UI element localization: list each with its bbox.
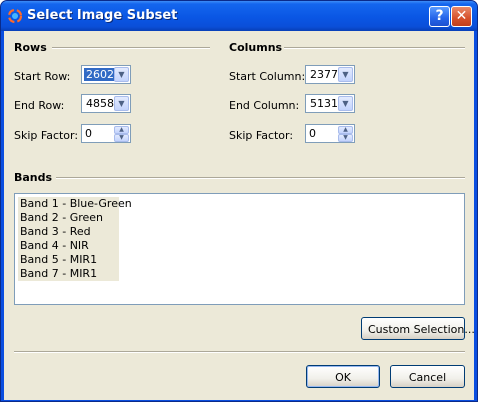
chevron-down-icon[interactable]: ▼ (114, 67, 129, 82)
list-item[interactable]: Band 1 - Blue-Green (18, 197, 132, 211)
arrow-up-icon[interactable]: ▲ (338, 126, 353, 134)
close-button[interactable]: ✕ (451, 6, 472, 27)
start-column-label: Start Column: (229, 70, 306, 83)
columns-skip-factor-spinner[interactable]: 0 ▲ ▼ (305, 124, 355, 143)
end-column-label: End Column: (229, 99, 300, 112)
custom-selection-button[interactable]: Custom Selection... (361, 317, 475, 340)
select-image-subset-dialog: Select Image Subset ? ✕ Rows Start Row: … (0, 0, 478, 402)
arrow-down-icon[interactable]: ▼ (338, 134, 353, 142)
dialog-body: Rows Start Row: 2602 ▼ End Row: 4858 ▼ S… (4, 31, 475, 400)
start-row-value[interactable]: 2602 (84, 68, 116, 81)
end-column-value[interactable]: 5131 (308, 97, 340, 110)
chevron-down-icon[interactable]: ▼ (338, 67, 353, 82)
arrow-up-icon[interactable]: ▲ (114, 126, 129, 134)
end-column-combo[interactable]: 5131 ▼ (305, 94, 355, 113)
end-row-combo[interactable]: 4858 ▼ (81, 94, 131, 113)
list-item[interactable]: Band 3 - Red (18, 225, 119, 239)
title-bar[interactable]: Select Image Subset ? ✕ (1, 1, 477, 31)
rows-separator (52, 47, 210, 49)
columns-section-title: Columns (229, 41, 283, 54)
globe-icon (7, 8, 23, 24)
chevron-down-icon[interactable]: ▼ (114, 96, 129, 111)
columns-separator (284, 47, 465, 49)
end-row-value[interactable]: 4858 (84, 97, 116, 110)
cancel-button[interactable]: Cancel (390, 365, 465, 388)
list-item[interactable]: Band 2 - Green (18, 211, 119, 225)
list-item[interactable]: Band 7 - MIR1 (18, 267, 119, 281)
rows-skip-factor-label: Skip Factor: (14, 129, 79, 142)
arrow-down-icon[interactable]: ▼ (114, 134, 129, 142)
list-item[interactable]: Band 5 - MIR1 (18, 253, 119, 267)
close-icon: ✕ (455, 8, 468, 24)
rows-skip-factor-value[interactable]: 0 (85, 127, 92, 140)
bands-list[interactable]: Band 1 - Blue-Green Band 2 - Green Band … (14, 193, 465, 305)
start-column-combo[interactable]: 2377 ▼ (305, 65, 355, 84)
columns-skip-factor-value[interactable]: 0 (309, 127, 316, 140)
bands-section-title: Bands (14, 171, 53, 184)
chevron-down-icon[interactable]: ▼ (338, 96, 353, 111)
rows-skip-factor-spinner[interactable]: 0 ▲ ▼ (81, 124, 131, 143)
bands-separator (56, 177, 465, 179)
columns-skip-factor-label: Skip Factor: (229, 129, 294, 142)
rows-section-title: Rows (14, 41, 47, 54)
start-column-value[interactable]: 2377 (308, 68, 340, 81)
start-row-label: Start Row: (14, 70, 71, 83)
footer-separator (14, 351, 465, 353)
start-row-combo[interactable]: 2602 ▼ (81, 65, 131, 84)
ok-button[interactable]: OK (306, 365, 380, 388)
end-row-label: End Row: (14, 99, 65, 112)
dialog-title: Select Image Subset (27, 8, 178, 23)
help-button[interactable]: ? (429, 6, 450, 27)
help-icon: ? (435, 8, 444, 24)
list-item[interactable]: Band 4 - NIR (18, 239, 119, 253)
